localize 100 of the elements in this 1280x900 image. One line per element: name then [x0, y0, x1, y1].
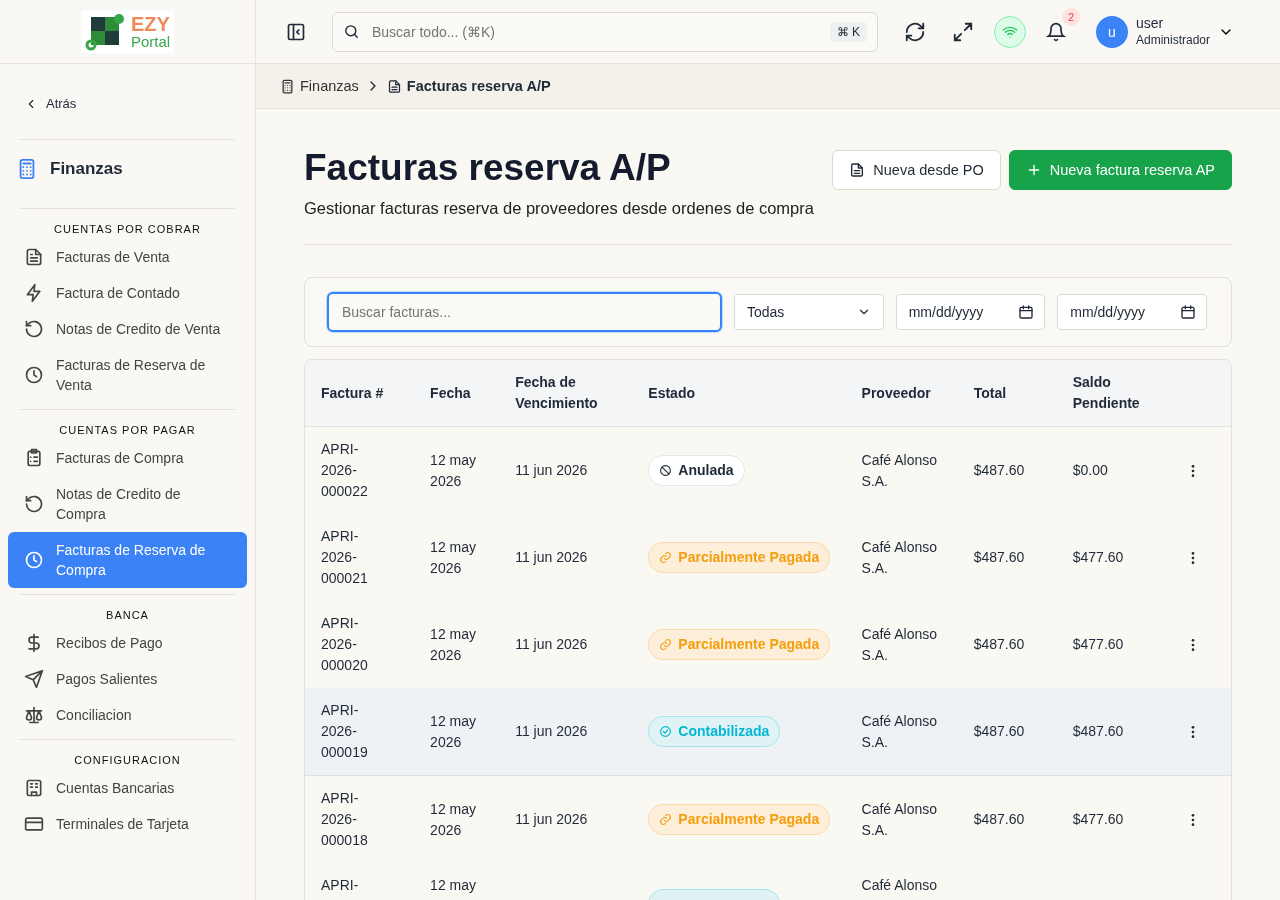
table-cell-text: $487.60 [973, 722, 1025, 741]
table-cell-text: $477.60 [1072, 635, 1124, 654]
table-cell-text: 12 may 2026 [430, 799, 478, 840]
back-link[interactable]: Atrás [20, 92, 81, 115]
table-cell-text: 12 may 2026 [430, 711, 478, 752]
column-header: Total [973, 383, 1007, 403]
lightning-icon [24, 283, 44, 303]
sidebar-item[interactable]: Notas de Credito de Compra [8, 476, 247, 532]
logo: EZY Portal [80, 10, 175, 53]
table-cell-text: 11 jun 2026 [515, 635, 588, 654]
clock-icon [24, 365, 44, 385]
send-icon [24, 669, 44, 689]
section-heading: CUENTAS POR COBRAR [54, 223, 201, 235]
section-heading: CUENTAS POR PAGAR [59, 424, 196, 436]
module-title: Finanzas [50, 159, 123, 179]
column-header: Factura # [321, 383, 384, 403]
credit-card-icon [24, 814, 44, 834]
status-badge: Parcialmente Pagada [648, 542, 831, 573]
ban-icon [659, 464, 673, 477]
new-from-po-button[interactable]: Nueva desde PO [832, 150, 1001, 190]
table-cell-text: Café Alonso S.A. [861, 624, 939, 665]
clock-icon [24, 550, 44, 570]
link-icon [659, 551, 673, 564]
link-icon [659, 813, 673, 826]
invoice-search-field[interactable]: Buscar facturas... [327, 292, 722, 332]
table-cell-text: 11 jun 2026 [515, 461, 588, 480]
sidebar-item[interactable]: Facturas de Compra [8, 440, 247, 476]
sidebar-item[interactable]: Factura de Contado [8, 275, 247, 311]
column-header: Fecha [430, 383, 471, 403]
table-cell-text: $477.60 [1072, 810, 1124, 829]
invoice-number: APRI-2026-000018 [321, 789, 369, 850]
status-badge: Contabilizada [648, 716, 781, 747]
table-cell-text: 11 jun 2026 [515, 810, 588, 829]
table-cell-text: $477.60 [1072, 548, 1124, 567]
date-field[interactable]: mm/dd/yyyy [895, 294, 1046, 330]
invoice-number: APRI-2026-000020 [321, 614, 369, 675]
status-badge: Anulada [648, 455, 745, 486]
table-cell-text: Café Alonso S.A. [861, 799, 939, 840]
table-cell-text: 12 may [430, 876, 477, 895]
scale-icon [24, 705, 44, 725]
undo-icon [24, 494, 44, 514]
calendar-icon [1180, 304, 1196, 320]
sidebar-item[interactable]: Recibos de Pago [8, 625, 247, 661]
document-icon [386, 78, 402, 94]
building-icon [24, 778, 44, 798]
invoice-number: APRI-2026-000021 [321, 527, 369, 588]
invoice-number: APRI-2026-000022 [321, 440, 369, 501]
table-cell-text: $0.00 [1072, 461, 1108, 480]
status-badge: Parcialmente Pagada [648, 629, 831, 660]
document-icon [24, 247, 44, 267]
sidebar-item[interactable]: Facturas de Reserva de Venta [8, 347, 247, 403]
sidebar-item[interactable]: Cuentas Bancarias [8, 770, 247, 806]
sidebar-item[interactable]: Notas de Credito de Venta [8, 311, 247, 347]
sidebar-item[interactable]: Pagos Salientes [8, 661, 247, 697]
column-header: Estado [648, 383, 695, 403]
link-icon [659, 638, 673, 651]
column-header: Fecha de Vencimiento [515, 373, 599, 413]
breadcrumb-link[interactable]: Facturas reserva A/P [386, 78, 551, 94]
column-header: Proveedor [861, 383, 931, 403]
invoice-number: APRI-2026-000019 [321, 701, 369, 762]
status-dropdown[interactable]: Todas [734, 294, 884, 330]
date-field[interactable]: mm/dd/yyyy [1057, 294, 1207, 330]
table-cell-text: $487.60 [973, 461, 1025, 480]
sidebar-item[interactable]: Conciliacion [8, 697, 247, 733]
breadcrumb-link[interactable]: Finanzas [280, 78, 359, 94]
sidebar-item[interactable]: Facturas de Venta [8, 239, 247, 275]
table-cell-text: Café Alonso S.A. [861, 537, 939, 578]
page-subtitle: Gestionar facturas reserva de proveedores desde ordenes de compra [304, 199, 814, 218]
table-cell-text: Café Alonso S.A. [861, 711, 939, 752]
user-menu[interactable]: u user Administrador [1096, 14, 1235, 49]
page-title: Facturas reserva A/P [304, 147, 672, 189]
sidebar-item[interactable]: Terminales de Tarjeta [8, 806, 247, 842]
section-heading: CONFIGURACION [74, 754, 181, 766]
table-cell-text: 11 jun 2026 [515, 548, 588, 567]
search-input[interactable]: Buscar todo... (⌘K) [370, 22, 820, 41]
search-icon [343, 23, 360, 40]
clipboard-icon [24, 448, 44, 468]
status-badge: Parcialmente Pagada [648, 804, 831, 835]
table-cell-text: $487.60 [1072, 722, 1124, 741]
section-heading: BANCA [106, 609, 149, 621]
shortcut-hint: ⌘ K [829, 21, 867, 42]
search-field[interactable]: Buscar todo... (⌘K) ⌘ K [332, 11, 878, 52]
calculator-icon [280, 78, 295, 94]
document-icon [849, 162, 866, 178]
table-cell-text: Café Alonso [861, 876, 938, 895]
table-cell-text: $487.60 [973, 810, 1025, 829]
undo-icon [24, 319, 44, 339]
sidebar-item[interactable]: Facturas de Reserva de Compra [8, 532, 247, 588]
notification-badge: 2 [1062, 7, 1080, 26]
table-cell-text: $487.60 [973, 548, 1025, 567]
invoice-number: APRI- [321, 876, 359, 895]
table-cell-text: $487.60 [973, 635, 1025, 654]
check-circle-icon [659, 725, 673, 738]
column-header: Saldo Pendiente [1072, 373, 1141, 413]
table-cell-text: 12 may 2026 [430, 624, 478, 665]
table-cell-text: 12 may 2026 [430, 450, 478, 491]
table-cell-text: Café Alonso S.A. [861, 450, 939, 491]
table-cell-text: 12 may 2026 [430, 537, 478, 578]
table-cell-text: 11 jun 2026 [515, 722, 588, 741]
calendar-icon [1018, 304, 1035, 320]
